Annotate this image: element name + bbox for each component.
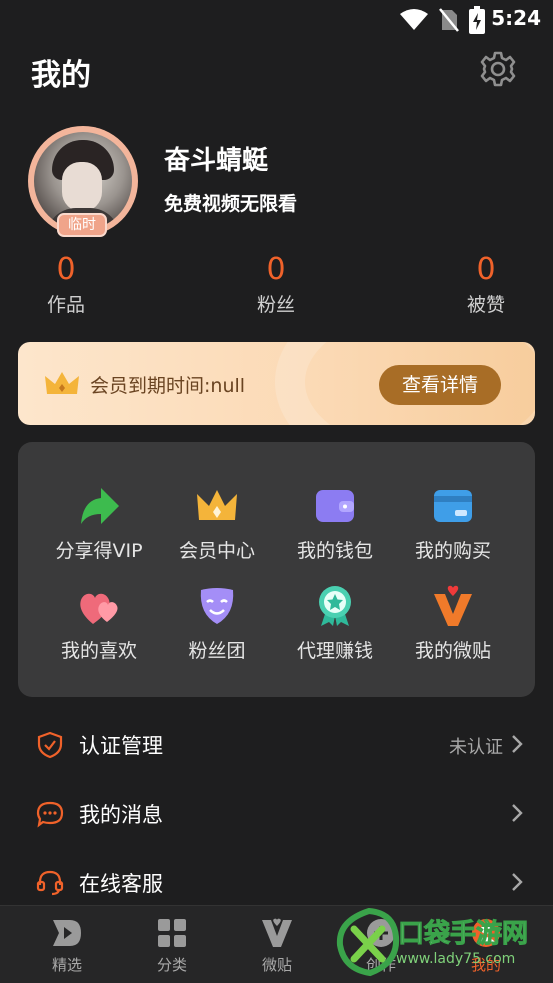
card-icon (434, 490, 472, 522)
tab-categories[interactable]: 分类 (127, 916, 217, 975)
list-item-support[interactable]: 在线客服 (0, 852, 553, 912)
grid-item-vip-center[interactable]: 会员中心 (157, 484, 277, 563)
grid-item-fan-club[interactable]: 粉丝团 (157, 584, 277, 663)
wallet-icon (316, 490, 354, 522)
grid-item-label: 粉丝团 (188, 640, 246, 662)
grid-item-label: 我的微贴 (414, 640, 491, 662)
grid-item-agent-earn[interactable]: 代理赚钱 (275, 584, 395, 663)
stat-value: 0 (266, 252, 286, 287)
grid-item-likes[interactable]: 我的喜欢 (39, 584, 159, 663)
v-heart-icon (434, 585, 472, 626)
temporary-badge: 临时 (57, 213, 107, 237)
chevron-right-icon (512, 804, 523, 822)
list-item-verification[interactable]: 认证管理 未认证 (0, 714, 553, 774)
clock: 5:24 (491, 6, 541, 30)
stat-label: 被赞 (466, 294, 505, 316)
stat-label: 粉丝 (256, 294, 295, 316)
watermark-url: www.lady75.com (396, 951, 516, 967)
grid-item-my-posts[interactable]: 我的微贴 (393, 584, 513, 663)
wifi-icon (400, 9, 428, 30)
verification-status: 未认证 (449, 737, 503, 758)
play-icon (53, 920, 81, 946)
grid-item-label: 我的购买 (414, 540, 491, 562)
mask-icon (200, 588, 234, 624)
vip-expiry-text: 会员到期时间:null (90, 375, 246, 397)
page-title: 我的 (31, 58, 91, 93)
tab-featured[interactable]: 精选 (22, 916, 112, 975)
list-item-label: 在线客服 (79, 872, 163, 896)
stat-value: 0 (56, 252, 76, 287)
grid-item-label: 代理赚钱 (296, 640, 373, 662)
tab-label: 微贴 (261, 956, 292, 974)
feature-grid: 分享得VIP 会员中心 我的钱包 我的购买 我的喜欢 粉丝团 代理赚钱 我的微贴 (18, 442, 535, 697)
headset-icon (36, 870, 64, 896)
shield-check-icon (37, 731, 63, 759)
crown-icon (197, 490, 237, 520)
grid-icon (158, 919, 186, 947)
grid-item-wallet[interactable]: 我的钱包 (275, 484, 395, 563)
grid-item-label: 分享得VIP (55, 540, 143, 562)
list-item-messages[interactable]: 我的消息 (0, 783, 553, 843)
share-arrow-icon (81, 488, 119, 524)
settings-gear-icon[interactable] (479, 50, 517, 88)
watermark-logo: 口袋手游网 www.lady75.com (330, 905, 553, 983)
status-bar: 5:24 (0, 0, 553, 38)
grid-item-share-vip[interactable]: 分享得VIP (39, 484, 159, 563)
tab-posts[interactable]: 微贴 (232, 916, 322, 975)
tab-label: 分类 (156, 956, 187, 974)
stat-fans[interactable]: 0 粉丝 (226, 252, 326, 317)
grid-item-purchases[interactable]: 我的购买 (393, 484, 513, 563)
battery-charging-icon (469, 6, 485, 34)
username: 奋斗蜻蜓 (164, 146, 269, 176)
stat-works[interactable]: 0 作品 (16, 252, 116, 317)
watermark-emblem-icon (336, 907, 400, 977)
chevron-right-icon (512, 873, 523, 891)
crown-icon (45, 372, 79, 394)
grid-item-label: 会员中心 (178, 540, 255, 562)
watermark-title: 口袋手游网 (397, 919, 529, 950)
stat-likes[interactable]: 0 被赞 (436, 252, 536, 317)
tab-label: 精选 (51, 956, 82, 974)
vip-banner: 会员到期时间:null 查看详情 (18, 342, 535, 425)
hearts-icon (80, 593, 118, 624)
no-sim-icon (439, 8, 459, 32)
chat-bubble-icon (36, 801, 64, 828)
list-item-label: 我的消息 (79, 803, 163, 827)
star-medal-icon (319, 586, 351, 626)
view-details-button[interactable]: 查看详情 (379, 365, 501, 405)
chevron-right-icon (512, 735, 523, 753)
grid-item-label: 我的喜欢 (60, 640, 137, 662)
list-item-label: 认证管理 (79, 734, 163, 758)
v-icon (262, 918, 292, 947)
grid-item-label: 我的钱包 (296, 540, 373, 562)
stat-value: 0 (476, 252, 496, 287)
user-tagline: 免费视频无限看 (164, 193, 298, 215)
stat-label: 作品 (46, 294, 85, 316)
